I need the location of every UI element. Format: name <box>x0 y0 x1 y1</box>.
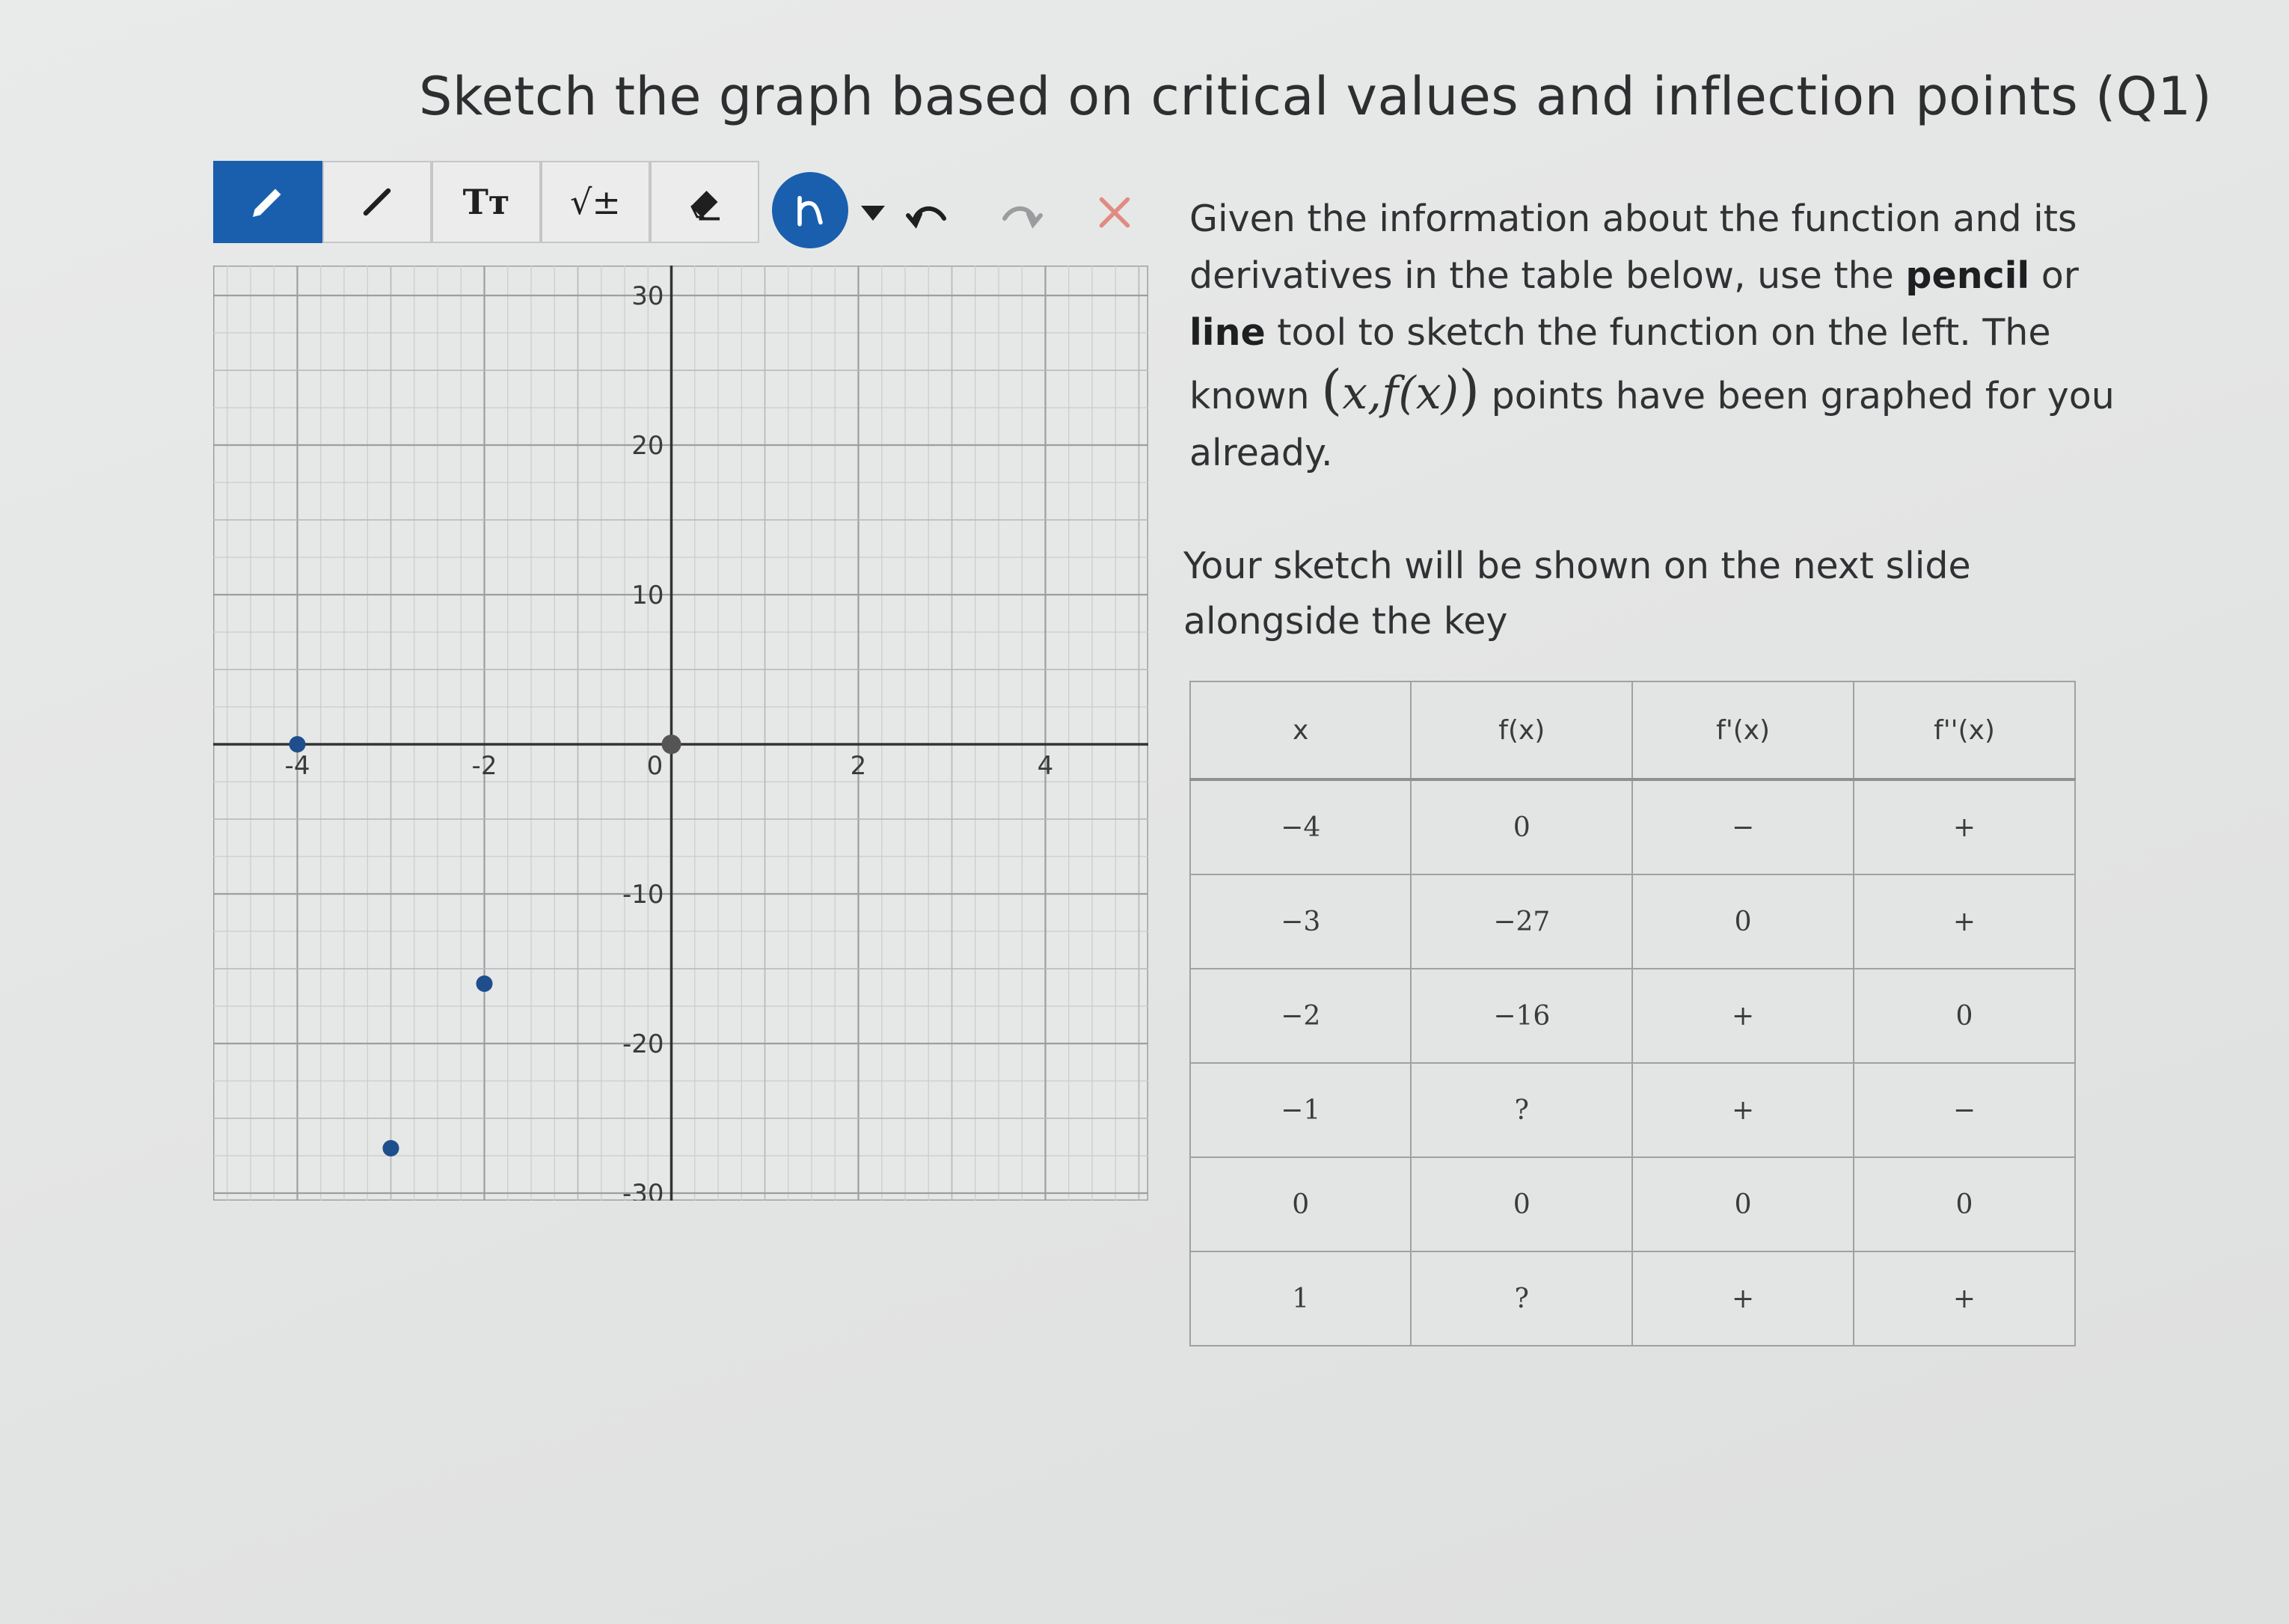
table-cell: + <box>1853 1251 2076 1346</box>
table-cell: −4 <box>1189 779 1412 875</box>
caret-down-icon[interactable] <box>858 198 888 228</box>
table-cell: 0 <box>1631 874 1855 969</box>
table-cell: −27 <box>1410 874 1634 969</box>
undo-icon[interactable] <box>905 194 950 231</box>
header-fdoubleprime: f''(x) <box>1853 681 2076 781</box>
line-tool-button[interactable] <box>322 161 432 243</box>
header-x: x <box>1189 681 1412 781</box>
sketch-note: Your sketch will be shown on the next sl… <box>1183 545 1971 643</box>
lasso-icon <box>797 195 823 227</box>
table-cell: −3 <box>1189 874 1412 969</box>
y-tick-label: 20 <box>631 431 664 461</box>
table-row: −4 0− + <box>1189 779 2076 875</box>
table-cell: + <box>1853 874 2076 969</box>
table-row: −3 −27 0 + <box>1189 874 2076 969</box>
text-tool-button[interactable]: Tт <box>432 161 541 243</box>
coordinate-grid[interactable]: -4 -2 0 2 4302010-10-20-30 <box>212 264 1150 1209</box>
header-fprime: f'(x) <box>1631 681 1855 781</box>
table-cell: − <box>1631 779 1855 875</box>
table-cell: 0 <box>1853 968 2076 1064</box>
eraser-icon <box>690 191 720 221</box>
x-tick-label: -4 <box>285 751 310 781</box>
plotted-point <box>476 975 493 992</box>
table-cell: + <box>1631 1062 1855 1158</box>
line-keyword: line <box>1189 311 1266 354</box>
instructions-text: Given the information about the function… <box>1189 197 2115 474</box>
grid-background <box>212 264 1150 1202</box>
plotted-point <box>289 736 306 753</box>
x-tick-label: -2 <box>472 751 497 781</box>
table-cell: 0 <box>1410 1156 1634 1252</box>
eraser-tool-button[interactable] <box>650 161 759 243</box>
line-icon <box>363 188 391 216</box>
x-tick-label: 4 <box>1038 751 1054 781</box>
table-cell: ? <box>1410 1251 1634 1346</box>
derivative-table: x f(x) f'(x) f''(x) −4 0− + −3 −27 0 + −2 −16 +… <box>1189 681 2076 1346</box>
y-tick-label: -30 <box>622 1179 664 1201</box>
x-tick-label: 2 <box>851 751 867 781</box>
graphing-canvas[interactable]: -4 -2 0 2 4 30 20 10 -10 -20 -30 <box>212 264 1150 1209</box>
table-cell: −2 <box>1189 968 1412 1064</box>
close-icon[interactable] <box>1096 194 1133 231</box>
table-cell: + <box>1631 968 1855 1064</box>
table-cell: 0 <box>1853 1156 2076 1252</box>
table-cell: 1 <box>1189 1251 1412 1346</box>
table-cell: −16 <box>1410 968 1634 1064</box>
table-cell: ? <box>1410 1062 1634 1158</box>
pencil-tool-button[interactable] <box>213 161 322 243</box>
table-cell: + <box>1631 1251 1855 1346</box>
redo-icon[interactable] <box>999 194 1044 231</box>
plotted-point <box>382 1140 399 1156</box>
y-tick-label: -20 <box>622 1029 664 1059</box>
x-tick-label: 0 <box>647 751 664 781</box>
pencil-icon <box>253 189 281 217</box>
table-row: 0000 <box>1189 1156 2076 1252</box>
table-row: −2 −16 +0 <box>1189 968 2076 1064</box>
table-cell: 0 <box>1631 1156 1855 1252</box>
instructions-or: or <box>2029 254 2079 297</box>
table-row: 1? + + <box>1189 1251 2076 1346</box>
y-tick-label: 10 <box>631 580 664 610</box>
table-row: −1? + − <box>1189 1062 2076 1158</box>
plotted-point <box>661 735 681 754</box>
table-cell: −1 <box>1189 1062 1412 1158</box>
header-fx: f(x) <box>1410 681 1634 781</box>
table-cell: 0 <box>1189 1156 1412 1252</box>
page-title: Sketch the graph based on critical value… <box>419 66 2213 127</box>
math-tool-button[interactable]: √± <box>541 161 650 243</box>
lasso-tool-button[interactable] <box>772 172 848 248</box>
pencil-keyword: pencil <box>1905 254 2030 297</box>
point-notation: x,f(x) <box>1342 367 1459 420</box>
table-cell: + <box>1853 779 2076 875</box>
y-tick-label: -10 <box>622 880 664 910</box>
table-cell: − <box>1853 1062 2076 1158</box>
table-header-row: x f(x) f'(x) f''(x) <box>1189 681 2076 781</box>
table-cell: 0 <box>1410 779 1634 875</box>
y-tick-label: 30 <box>631 281 664 311</box>
